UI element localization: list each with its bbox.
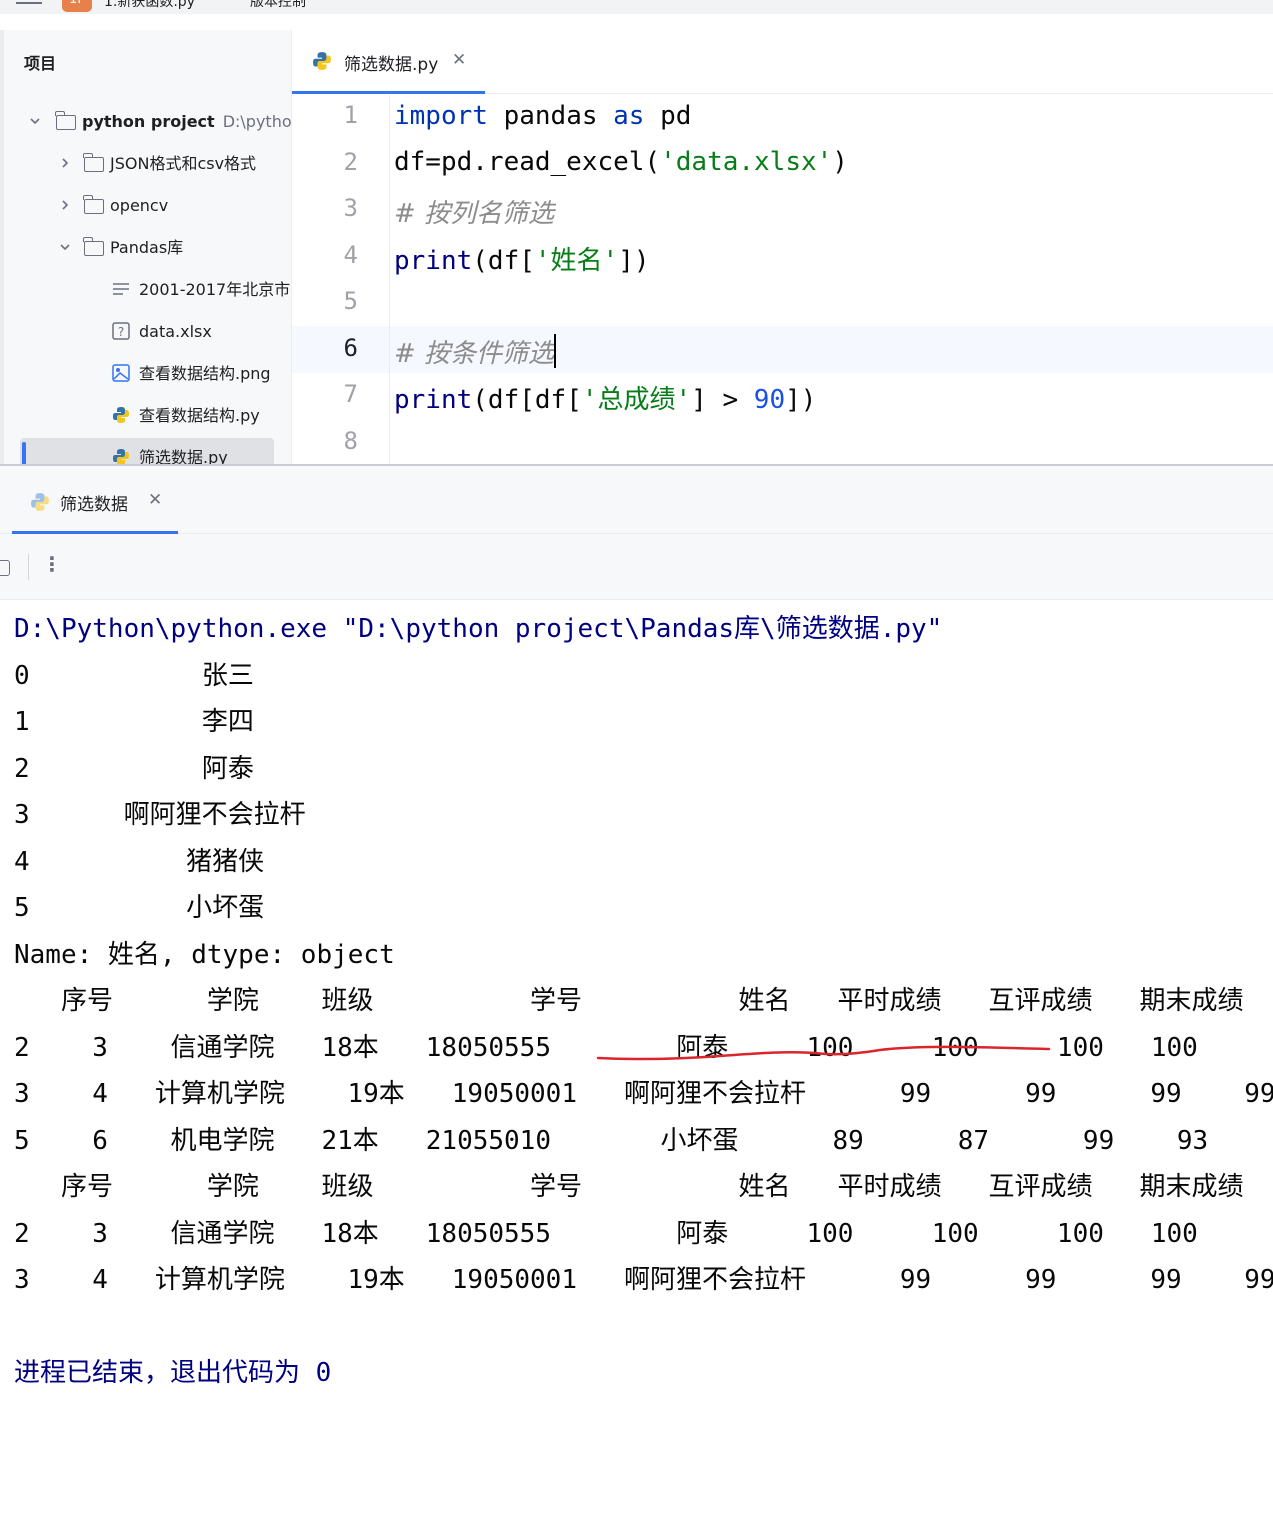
tree-item-py-file-selected[interactable]: 筛选数据.py bbox=[20, 438, 274, 464]
tree-item-label: Pandas库 bbox=[110, 238, 184, 257]
run-tab-active[interactable]: 筛选数据 ✕ bbox=[12, 466, 178, 534]
project-badge[interactable]: 1F bbox=[62, 0, 92, 12]
tree-item-opencv-folder[interactable]: opencv bbox=[0, 186, 291, 226]
hamburger-menu-icon[interactable] bbox=[16, 0, 42, 8]
chevron-down-icon[interactable] bbox=[30, 116, 40, 126]
tree-item-label: 查看数据结构.py bbox=[139, 406, 260, 425]
more-options-icon[interactable]: ⋮ bbox=[42, 552, 62, 576]
tree-item-label: opencv bbox=[110, 196, 169, 215]
selection-indicator bbox=[22, 442, 26, 464]
close-icon[interactable]: ✕ bbox=[148, 490, 162, 510]
text-caret bbox=[554, 334, 557, 368]
line-number: 3 bbox=[343, 194, 358, 222]
title-bar: 1F 1.新获函数.py 版本控制 bbox=[0, 0, 1273, 14]
chevron-right-icon[interactable] bbox=[60, 200, 70, 210]
tree-item-label: 2001-2017年北京市 bbox=[139, 280, 291, 299]
svg-text:?: ? bbox=[118, 325, 124, 339]
code-line-7: print(df[df['总成绩'] > 90]) bbox=[394, 385, 817, 415]
line-number: 2 bbox=[343, 148, 358, 176]
code-line-4: print(df['姓名']) bbox=[394, 246, 650, 276]
python-file-icon bbox=[113, 449, 129, 464]
unknown-file-icon: ? bbox=[112, 322, 130, 340]
console-output[interactable]: D:\Python\python.exe "D:\python project\… bbox=[0, 600, 1273, 1519]
tree-item-label: 查看数据结构.png bbox=[139, 364, 271, 383]
code-line-1: import pandas as pd bbox=[394, 101, 692, 131]
tree-item-json-folder[interactable]: JSON格式和csv格式 bbox=[0, 144, 291, 184]
tree-item-py-file[interactable]: 查看数据结构.py bbox=[0, 396, 291, 436]
editor-tab-label: 筛选数据.py bbox=[344, 55, 439, 75]
tree-item-root-label: python project bbox=[82, 112, 215, 131]
line-number: 1 bbox=[343, 101, 358, 129]
run-tab-bar: 筛选数据 ✕ bbox=[0, 466, 1273, 534]
project-switcher[interactable]: 1.新获函数.py bbox=[104, 0, 195, 11]
chevron-right-icon[interactable] bbox=[60, 158, 70, 168]
project-panel-title[interactable]: 项目 bbox=[24, 50, 56, 74]
text-file-icon bbox=[113, 283, 129, 295]
code-line-6: # 按条件筛选 bbox=[394, 333, 557, 370]
python-file-icon bbox=[113, 407, 129, 423]
code-editor[interactable]: 1 2 3 4 5 6 7 8 import pandas as pd df=p… bbox=[292, 95, 1273, 464]
line-number: 8 bbox=[343, 427, 358, 455]
chevron-down-icon[interactable] bbox=[60, 242, 70, 252]
image-file-icon bbox=[112, 364, 130, 382]
tree-item-label: data.xlsx bbox=[139, 322, 212, 341]
line-number-current: 6 bbox=[343, 334, 358, 362]
tree-item-pandas-folder[interactable]: Pandas库 bbox=[0, 228, 291, 268]
folder-icon bbox=[55, 111, 76, 130]
line-number: 7 bbox=[343, 380, 358, 408]
line-number: 5 bbox=[343, 287, 358, 315]
python-run-icon bbox=[31, 493, 49, 511]
run-toolbar: ⋮ bbox=[0, 534, 1273, 600]
code-line-3: # 按列名筛选 bbox=[394, 199, 555, 229]
tree-item-png-file[interactable]: 查看数据结构.png bbox=[0, 354, 291, 394]
editor-tab-active[interactable]: 筛选数据.py ✕ bbox=[292, 30, 485, 94]
code-line-2: df=pd.read_excel('data.xlsx') bbox=[394, 147, 848, 177]
run-tab-label: 筛选数据 bbox=[60, 495, 128, 515]
vcs-menu[interactable]: 版本控制 bbox=[250, 0, 306, 11]
project-panel: 项目 python project D:\pythor JSON格式和csv格式 … bbox=[0, 30, 292, 464]
folder-icon bbox=[83, 153, 104, 172]
tree-item-data-xlsx[interactable]: ? data.xlsx bbox=[0, 312, 291, 352]
tree-item-label: JSON格式和csv格式 bbox=[110, 154, 257, 173]
folder-icon bbox=[83, 195, 104, 214]
editor-tab-bar: 筛选数据.py ✕ bbox=[292, 30, 1273, 94]
stop-icon[interactable] bbox=[0, 560, 10, 576]
tree-item-root[interactable]: python project D:\pythor bbox=[0, 102, 292, 142]
tree-item-root-path: D:\pythor bbox=[222, 112, 292, 131]
toolbar-divider bbox=[28, 554, 29, 580]
line-number-gutter: 1 2 3 4 5 6 7 8 bbox=[292, 95, 390, 464]
tree-item-label: 筛选数据.py bbox=[139, 448, 228, 464]
close-icon[interactable]: ✕ bbox=[452, 50, 466, 70]
python-file-icon bbox=[313, 52, 331, 70]
folder-icon bbox=[83, 237, 104, 256]
tree-item-text-file[interactable]: 2001-2017年北京市 bbox=[0, 270, 291, 310]
red-underline-annotation bbox=[596, 1045, 1051, 1061]
line-number: 4 bbox=[343, 241, 358, 269]
